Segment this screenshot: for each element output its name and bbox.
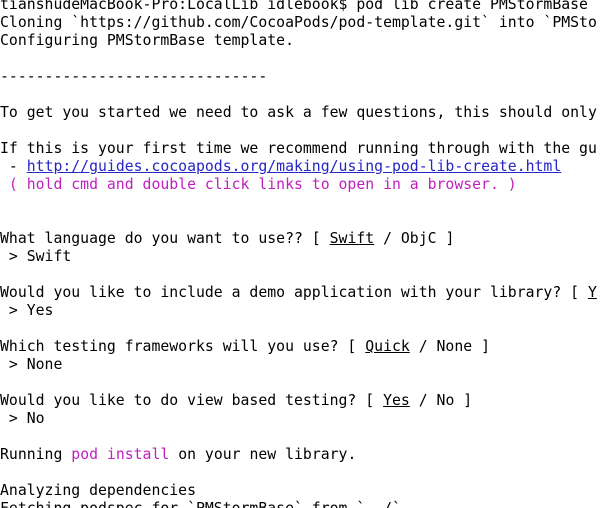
running-prefix: Running [0, 446, 72, 463]
viewtest-question-line: Would you like to do view based testing?… [0, 392, 472, 410]
pod-install-command: pod install [71, 446, 170, 463]
hint-line: ( hold cmd and double click links to ope… [0, 176, 517, 193]
testing-answer-line: > None [0, 356, 63, 373]
viewtest-question-prefix: Would you like to do view based testing?… [0, 392, 384, 409]
demo-question-prefix: Would you like to include a demo applica… [0, 284, 588, 301]
cloning-line: Cloning `https://github.com/CocoaPods/po… [0, 14, 597, 31]
guide-line: - http://guides.cocoapods.org/making/usi… [0, 158, 561, 176]
language-answer-line: > Swift [0, 248, 72, 265]
testing-question-line: Which testing frameworks will you use? [… [0, 338, 490, 356]
testing-question-prefix: Which testing frameworks will you use? [ [0, 338, 366, 355]
language-question-suffix: / ObjC ] [374, 230, 455, 247]
first-time-line: If this is your first time we recommend … [0, 140, 597, 157]
language-question-line: What language do you want to use?? [ Swi… [0, 230, 454, 248]
separator-line: ------------------------------ [0, 68, 268, 85]
viewtest-question-suffix: / No ] [409, 392, 473, 409]
demo-answer-line: > Yes [0, 302, 54, 319]
demo-question-line: Would you like to include a demo applica… [0, 284, 597, 302]
language-default-option: Swift [329, 230, 375, 247]
guide-link[interactable]: http://guides.cocoapods.org/making/using… [27, 158, 562, 175]
guide-dash: - [0, 158, 27, 175]
configuring-line: Configuring PMStormBase template. [0, 32, 294, 49]
testing-question-suffix: / None ] [409, 338, 490, 355]
command-prompt-line: tianshudeMacBook-Pro:LocalLib idlebook$ … [0, 0, 588, 13]
demo-default-option: Y [587, 284, 597, 301]
terminal-window[interactable]: tianshudeMacBook-Pro:LocalLib idlebook$ … [0, 0, 604, 508]
running-line: Running pod install on your new library. [0, 446, 356, 464]
language-question-prefix: What language do you want to use?? [ [0, 230, 330, 247]
fetching-line: Fetching podspec for `PMStormBase` from … [0, 500, 401, 508]
running-suffix: on your new library. [169, 446, 357, 463]
analyzing-line: Analyzing dependencies [0, 482, 196, 499]
testing-default-option: Quick [365, 338, 410, 355]
viewtest-default-option: Yes [383, 392, 410, 409]
intro-line: To get you started we need to ask a few … [0, 104, 597, 121]
viewtest-answer-line: > No [0, 410, 45, 427]
